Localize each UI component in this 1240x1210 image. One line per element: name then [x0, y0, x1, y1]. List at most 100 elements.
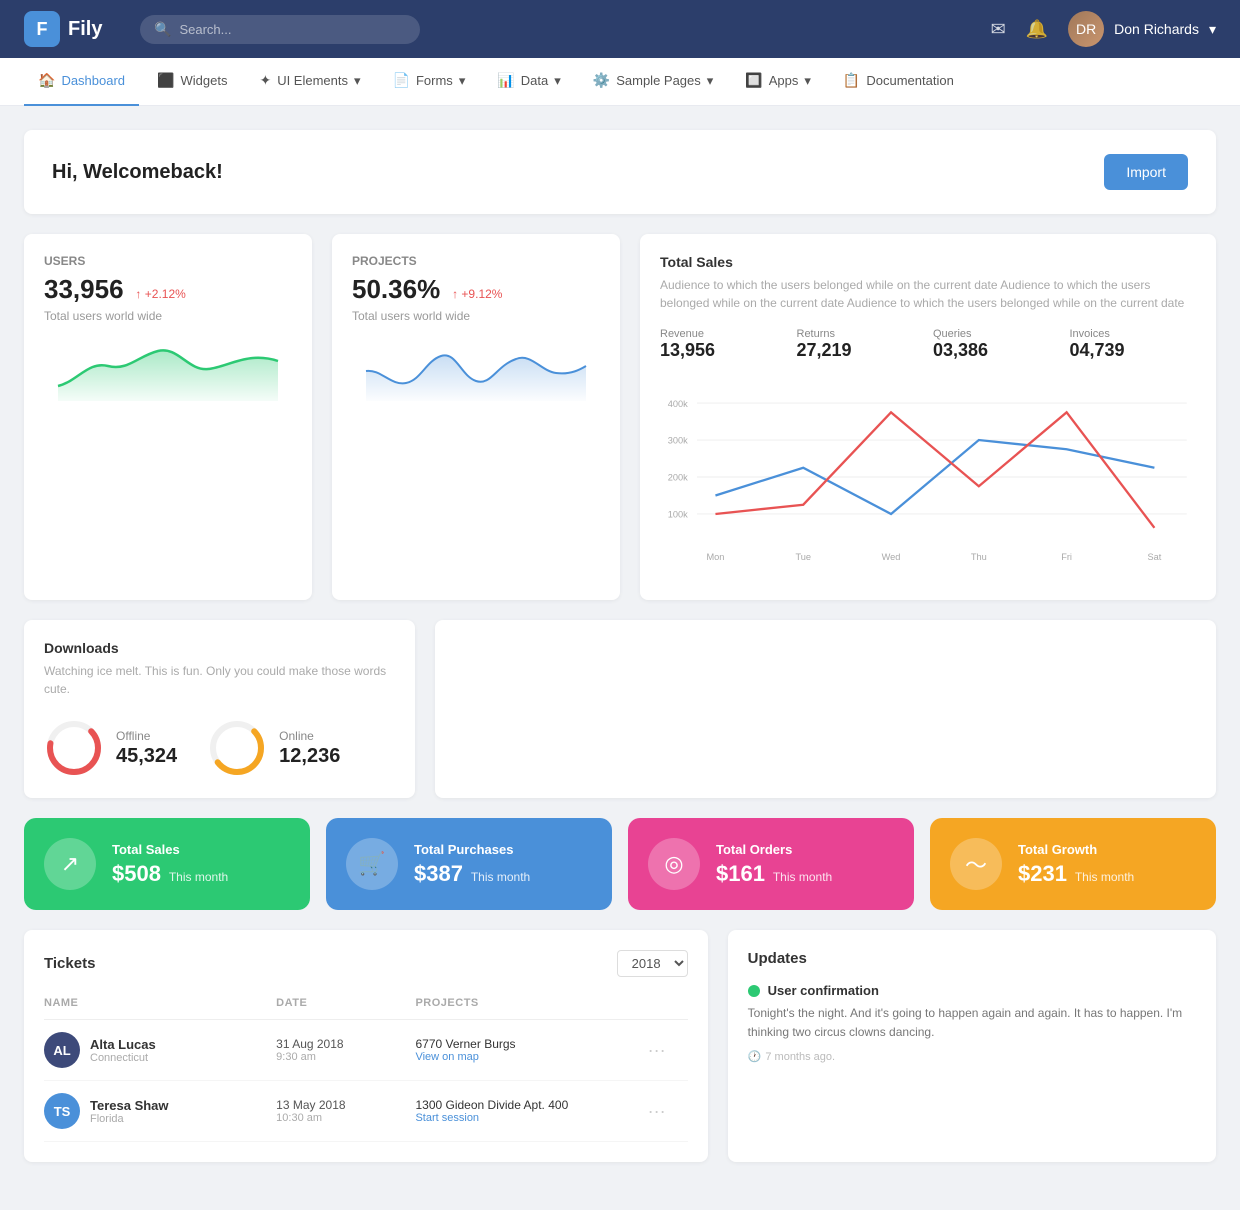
bell-icon[interactable]: 🔔	[1026, 19, 1048, 40]
user-area[interactable]: DR Don Richards ▾	[1068, 11, 1216, 47]
summary-title-orders: Total Orders	[716, 842, 832, 857]
summary-value-sales: $508	[112, 861, 161, 886]
col-actions	[648, 997, 688, 1009]
summary-period-purchases: This month	[471, 870, 530, 884]
nav-label-widgets: Widgets	[180, 73, 227, 88]
online-stat: Online 12,236	[207, 718, 340, 778]
stats-row: Users 33,956 ↑ +2.12% Total users world …	[24, 234, 1216, 600]
total-sales-icon: ↗	[44, 838, 96, 890]
project-alta: 6770 Verner Burgs	[415, 1037, 647, 1051]
svg-text:Sat: Sat	[1147, 552, 1161, 562]
avatar: DR	[1068, 11, 1104, 47]
col-date: DATE	[276, 997, 415, 1009]
nav-label-apps: Apps	[769, 73, 799, 88]
nav-item-data[interactable]: 📊 Data ▾	[483, 58, 574, 106]
col-projects: PROJECTS	[415, 997, 647, 1009]
mid-right-placeholder	[435, 620, 1216, 798]
nav-item-sample-pages[interactable]: ⚙️ Sample Pages ▾	[579, 58, 728, 106]
offline-ring	[44, 718, 104, 778]
summary-period-growth: This month	[1075, 870, 1134, 884]
chevron-down-icon-data: ▾	[554, 73, 561, 89]
svg-text:Mon: Mon	[706, 552, 724, 562]
nav-label-ui-elements: UI Elements	[277, 73, 348, 88]
nav-item-apps[interactable]: 🔲 Apps ▾	[731, 58, 825, 106]
users-mini-chart	[44, 331, 292, 401]
nav-label-data: Data	[521, 73, 548, 88]
mid-row: Downloads Watching ice melt. This is fun…	[24, 620, 1216, 798]
summary-value-orders: $161	[716, 861, 765, 886]
mail-icon[interactable]: ✉	[991, 19, 1006, 40]
users-change: ↑ +2.12%	[135, 287, 185, 301]
chevron-down-icon-sample: ▾	[707, 73, 714, 89]
metric-revenue: Revenue 13,956	[660, 328, 787, 361]
total-sales-card: Total Sales Audience to which the users …	[640, 234, 1216, 600]
person-alta: AL Alta Lucas Connecticut	[44, 1032, 276, 1068]
svg-text:300k: 300k	[668, 436, 688, 446]
nav-item-documentation[interactable]: 📋 Documentation	[829, 58, 968, 106]
users-value: 33,956	[44, 274, 124, 305]
search-icon: 🔍	[154, 21, 171, 38]
update-item: User confirmation Tonight's the night. A…	[748, 983, 1196, 1063]
online-label: Online	[279, 729, 340, 743]
offline-label: Offline	[116, 729, 177, 743]
year-selector[interactable]: 2018 2017 2019	[617, 950, 688, 977]
svg-text:Tue: Tue	[795, 552, 811, 562]
chevron-down-icon-forms: ▾	[459, 73, 466, 89]
update-header: User confirmation	[748, 983, 1196, 998]
downloads-desc: Watching ice melt. This is fun. Only you…	[44, 662, 395, 698]
users-label: Users	[44, 254, 292, 268]
chevron-down-icon-apps: ▾	[804, 73, 811, 89]
purchases-icon: 🛒	[346, 838, 398, 890]
link-teresa[interactable]: Start session	[415, 1112, 647, 1124]
home-icon: 🏠	[38, 72, 55, 89]
apps-icon: 🔲	[745, 72, 762, 89]
import-button[interactable]: Import	[1104, 154, 1188, 190]
avatar-alta: AL	[44, 1032, 80, 1068]
dots-teresa[interactable]: ···	[648, 1101, 688, 1122]
downloads-card: Downloads Watching ice melt. This is fun…	[24, 620, 415, 798]
forms-icon: 📄	[393, 72, 410, 89]
tickets-header: Tickets 2018 2017 2019	[44, 950, 688, 977]
summary-value-growth: $231	[1018, 861, 1067, 886]
update-heading: User confirmation	[768, 983, 879, 998]
search-input[interactable]	[179, 22, 406, 37]
update-status-dot	[748, 985, 760, 997]
offline-stat: Offline 45,324	[44, 718, 177, 778]
orders-icon: ◎	[648, 838, 700, 890]
logo-icon: F	[24, 11, 60, 47]
bottom-row: Tickets 2018 2017 2019 NAME DATE PROJECT…	[24, 930, 1216, 1162]
summary-value-purchases: $387	[414, 861, 463, 886]
name-teresa: Teresa Shaw	[90, 1098, 169, 1113]
link-alta[interactable]: View on map	[415, 1051, 647, 1063]
welcome-title: Hi, Welcomeback!	[52, 161, 223, 184]
dots-alta[interactable]: ···	[648, 1040, 688, 1061]
documentation-icon: 📋	[843, 72, 860, 89]
svg-text:400k: 400k	[668, 399, 688, 409]
projects-card: Projects 50.36% ↑ +9.12% Total users wor…	[332, 234, 620, 600]
summary-title-sales: Total Sales	[112, 842, 228, 857]
nav-item-forms[interactable]: 📄 Forms ▾	[379, 58, 480, 106]
user-chevron-icon: ▾	[1209, 21, 1216, 38]
update-text: Tonight's the night. And it's going to h…	[748, 1004, 1196, 1042]
user-name: Don Richards	[1114, 21, 1199, 37]
summary-title-purchases: Total Purchases	[414, 842, 530, 857]
header-right: ✉ 🔔 DR Don Richards ▾	[991, 11, 1216, 47]
search-bar[interactable]: 🔍	[140, 15, 420, 44]
person-teresa: TS Teresa Shaw Florida	[44, 1093, 276, 1129]
table-row: TS Teresa Shaw Florida 13 May 2018 10:30…	[44, 1081, 688, 1142]
summary-period-sales: This month	[169, 870, 228, 884]
nav-item-dashboard[interactable]: 🏠 Dashboard	[24, 58, 139, 106]
projects-label: Projects	[352, 254, 600, 268]
svg-text:Thu: Thu	[971, 552, 987, 562]
nav-item-widgets[interactable]: ⬛ Widgets	[143, 58, 241, 106]
app-name: Fily	[68, 18, 102, 41]
summary-card-growth: 〜 Total Growth $231 This month	[930, 818, 1216, 910]
nav-label-forms: Forms	[416, 73, 453, 88]
welcome-card: Hi, Welcomeback! Import	[24, 130, 1216, 214]
time-teresa: 10:30 am	[276, 1112, 415, 1124]
nav-item-ui-elements[interactable]: ✦ UI Elements ▾	[245, 58, 374, 106]
main-nav: 🏠 Dashboard ⬛ Widgets ✦ UI Elements ▾ 📄 …	[0, 58, 1240, 106]
summary-card-orders: ◎ Total Orders $161 This month	[628, 818, 914, 910]
date-teresa: 13 May 2018	[276, 1098, 415, 1112]
offline-value: 45,324	[116, 745, 177, 768]
